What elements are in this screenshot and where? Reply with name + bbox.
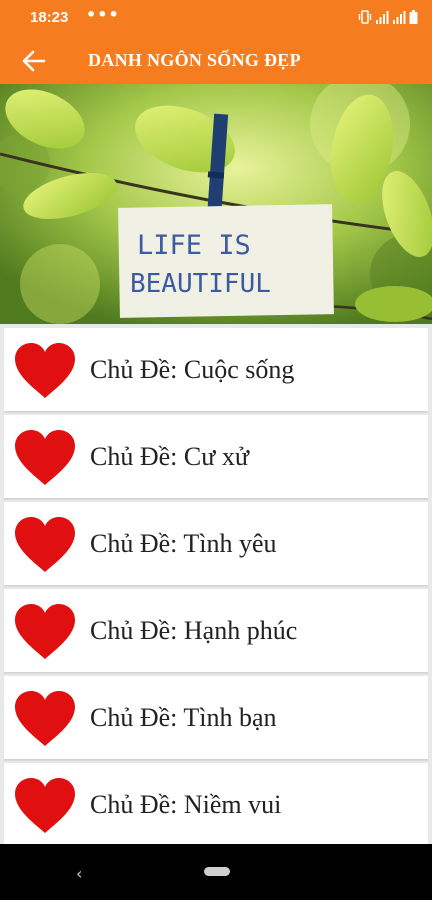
topic-label: Chủ Đề: Hạnh phúc — [90, 616, 298, 645]
heart-icon — [15, 691, 75, 746]
heart-icon — [15, 778, 75, 833]
page-title: DANH NGÔN SỐNG ĐẸP — [88, 50, 301, 70]
banner-note-line2: BEAUTIFUL — [130, 269, 271, 299]
system-nav-bar: ‹ — [0, 844, 432, 900]
nav-home-pill[interactable] — [204, 867, 230, 876]
heart-icon — [15, 430, 75, 485]
banner-note-line1: LIFE IS — [137, 230, 251, 261]
topic-item[interactable]: Chủ Đề: Tình yêu — [4, 502, 428, 586]
notification-dots: ••• — [86, 5, 120, 24]
arrow-left-icon[interactable] — [20, 48, 48, 74]
app-bar: DANH NGÔN SỐNG ĐẸP — [0, 38, 432, 84]
topic-label: Chủ Đề: Tình yêu — [90, 529, 277, 558]
topic-item[interactable]: Chủ Đề: Niềm vui — [4, 763, 428, 844]
topic-label: Chủ Đề: Cư xử — [90, 442, 249, 471]
nav-back-button[interactable]: ‹ — [76, 864, 82, 883]
topic-item[interactable]: Chủ Đề: Hạnh phúc — [4, 589, 428, 673]
status-time: 18:23 — [30, 9, 69, 26]
signal-icon — [376, 10, 389, 24]
status-icons — [358, 10, 418, 24]
status-bar: 18:23 ••• — [0, 0, 432, 38]
header-banner-image: LIFE IS BEAUTIFUL — [0, 84, 432, 324]
battery-icon — [409, 10, 418, 24]
topic-item[interactable]: Chủ Đề: Cư xử — [4, 415, 428, 499]
heart-icon — [15, 517, 75, 572]
heart-icon — [15, 604, 75, 659]
signal-icon — [393, 10, 406, 24]
topic-item[interactable]: Chủ Đề: Cuộc sống — [4, 328, 428, 412]
vibrate-icon — [358, 10, 372, 24]
heart-icon — [15, 343, 75, 398]
topic-item[interactable]: Chủ Đề: Tình bạn — [4, 676, 428, 760]
topic-list: Chủ Đề: Cuộc sống Chủ Đề: Cư xử Chủ Đề: … — [0, 324, 432, 844]
topic-label: Chủ Đề: Niềm vui — [90, 790, 282, 819]
topic-label: Chủ Đề: Cuộc sống — [90, 355, 295, 384]
topic-label: Chủ Đề: Tình bạn — [90, 703, 277, 732]
